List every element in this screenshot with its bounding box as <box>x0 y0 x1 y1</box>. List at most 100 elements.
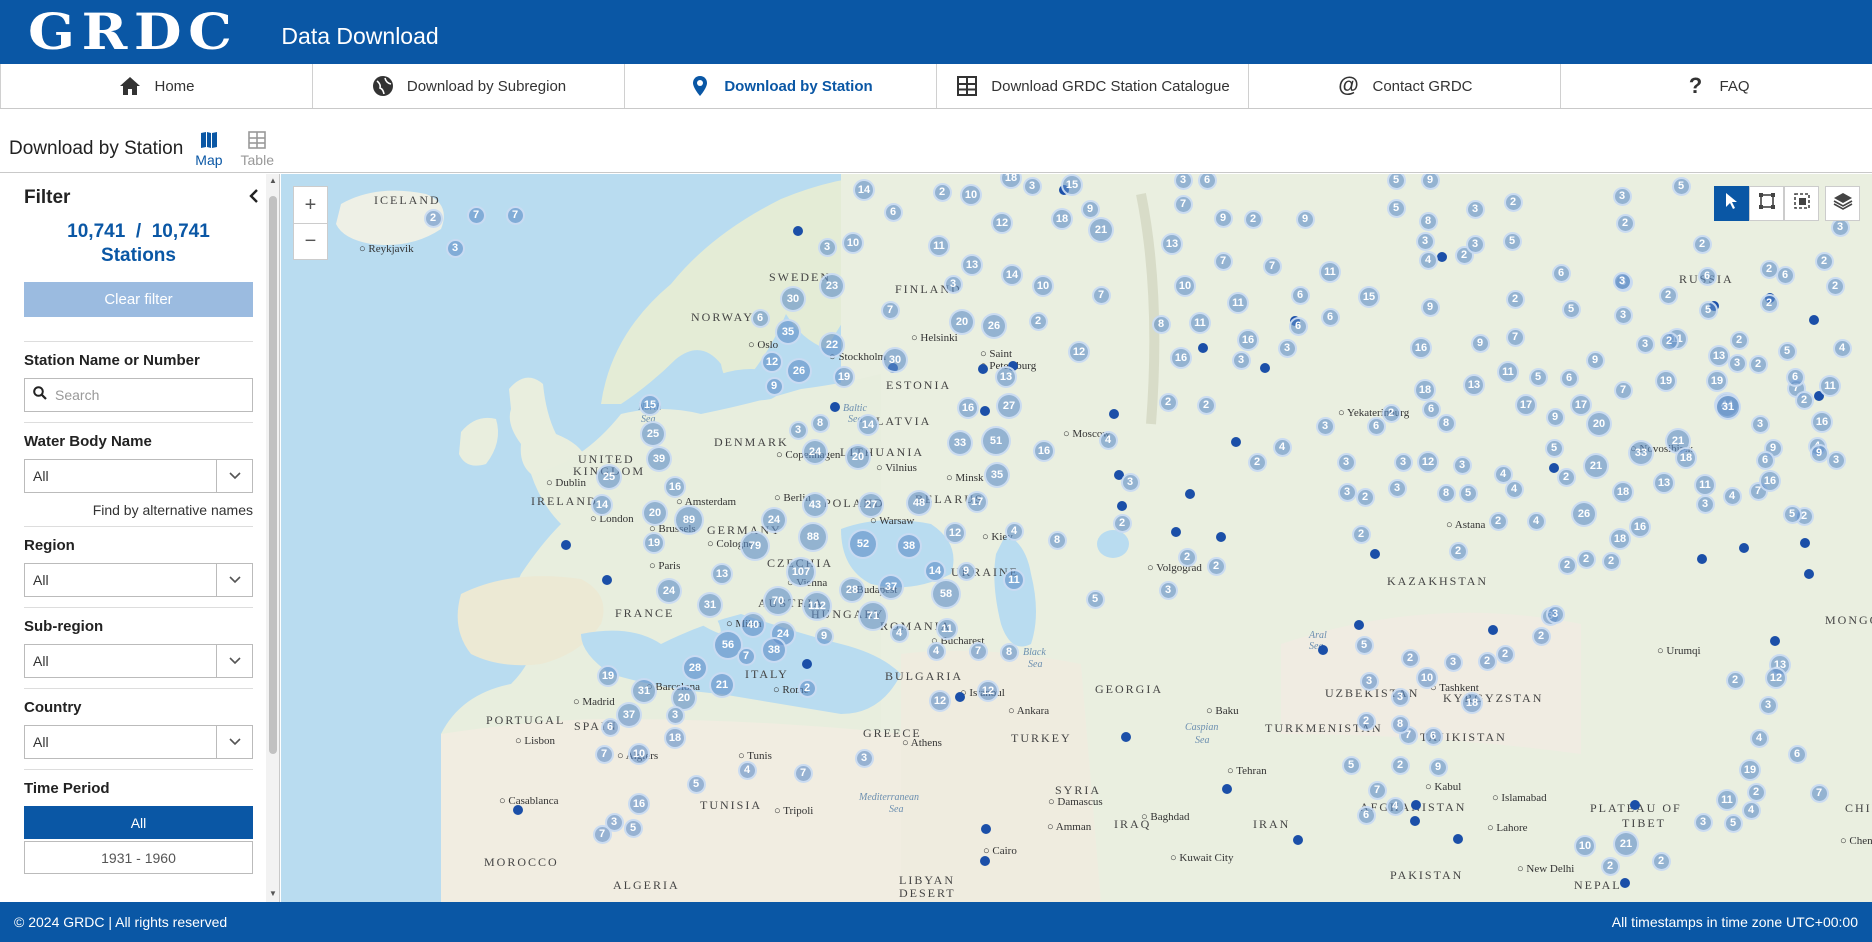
station-cluster[interactable]: 2 <box>1729 330 1749 350</box>
station-cluster[interactable]: 16 <box>1237 329 1259 351</box>
station-cluster[interactable]: 2 <box>1477 651 1497 671</box>
station-cluster[interactable]: 12 <box>991 212 1013 234</box>
station-cluster[interactable]: 2 <box>1759 259 1779 279</box>
station-cluster[interactable]: 6 <box>1288 316 1308 336</box>
station-cluster[interactable]: 2 <box>1158 392 1178 412</box>
station-cluster[interactable]: 11 <box>928 235 950 257</box>
station-cluster[interactable]: 2 <box>1488 511 1508 531</box>
station-cluster[interactable]: 20 <box>949 309 975 335</box>
station-cluster[interactable]: 26 <box>786 358 812 384</box>
station-cluster[interactable]: 3 <box>1315 416 1335 436</box>
station-cluster[interactable]: 2 <box>1503 192 1523 212</box>
station-cluster[interactable]: 2 <box>1576 549 1596 569</box>
station-cluster[interactable]: 4 <box>1493 464 1513 484</box>
station-cluster[interactable]: 3 <box>665 705 685 725</box>
station-cluster[interactable]: 13 <box>1161 233 1183 255</box>
scrollbar-thumb[interactable] <box>269 196 277 754</box>
station-cluster[interactable]: 9 <box>814 626 834 646</box>
station-marker[interactable] <box>978 364 988 374</box>
station-cluster[interactable]: 2 <box>1814 251 1834 271</box>
view-table-toggle[interactable]: Table <box>241 131 274 168</box>
station-cluster[interactable]: 24 <box>761 507 787 533</box>
station-cluster[interactable]: 2 <box>1601 551 1621 571</box>
station-cluster[interactable]: 16 <box>664 476 686 498</box>
station-cluster[interactable]: 7 <box>1505 327 1525 347</box>
station-cluster[interactable]: 3 <box>1443 652 1463 672</box>
station-cluster[interactable]: 3 <box>445 238 465 258</box>
station-cluster[interactable]: 10 <box>1174 275 1196 297</box>
alternative-names-link[interactable]: Find by alternative names <box>24 502 253 518</box>
station-cluster[interactable]: 2 <box>1351 524 1371 544</box>
station-cluster[interactable]: 4 <box>889 623 909 643</box>
station-cluster[interactable]: 6 <box>1290 285 1310 305</box>
station-marker[interactable] <box>1411 800 1421 810</box>
station-cluster[interactable]: 16 <box>1759 470 1781 492</box>
station-cluster[interactable]: 11 <box>1189 312 1211 334</box>
station-cluster[interactable]: 2 <box>1390 755 1410 775</box>
station-cluster[interactable]: 5 <box>1354 635 1374 655</box>
station-cluster[interactable]: 3 <box>1336 452 1356 472</box>
station-cluster[interactable]: 2 <box>423 208 443 228</box>
station-cluster[interactable]: 8 <box>1390 714 1410 734</box>
station-cluster[interactable]: 27 <box>996 393 1022 419</box>
station-marker[interactable] <box>1171 527 1181 537</box>
station-cluster[interactable]: 107 <box>786 557 816 587</box>
station-cluster[interactable]: 51 <box>981 426 1011 456</box>
station-cluster[interactable]: 16 <box>1033 440 1055 462</box>
station-cluster[interactable]: 31 <box>697 592 723 618</box>
station-cluster[interactable]: 19 <box>643 532 665 554</box>
station-cluster[interactable]: 3 <box>1415 231 1435 251</box>
station-cluster[interactable]: 4 <box>1004 521 1024 541</box>
station-cluster[interactable]: 12 <box>1417 451 1439 473</box>
select-pointer-tool[interactable] <box>1714 186 1749 221</box>
station-cluster[interactable]: 16 <box>1170 347 1192 369</box>
nav-download-station[interactable]: Download by Station <box>624 64 936 108</box>
station-cluster[interactable]: 13 <box>961 254 983 276</box>
station-marker[interactable] <box>1222 784 1232 794</box>
station-marker[interactable] <box>1185 489 1195 499</box>
station-cluster[interactable]: 3 <box>1545 604 1565 624</box>
station-cluster[interactable]: 11 <box>1716 789 1738 811</box>
station-marker[interactable] <box>830 402 840 412</box>
station-cluster[interactable]: 3 <box>1452 455 1472 475</box>
station-marker[interactable] <box>1410 816 1420 826</box>
station-cluster[interactable]: 8 <box>810 413 830 433</box>
nav-download-subregion[interactable]: Download by Subregion <box>312 64 624 108</box>
station-marker[interactable] <box>513 805 523 815</box>
station-cluster[interactable]: 4 <box>926 641 946 661</box>
station-cluster[interactable]: 18 <box>1461 692 1483 714</box>
sidebar-scrollbar[interactable]: ▲ ▼ <box>266 174 279 902</box>
box-select-tool[interactable] <box>1749 186 1784 221</box>
station-cluster[interactable]: 14 <box>591 494 613 516</box>
station-cluster[interactable]: 9 <box>1295 209 1315 229</box>
station-cluster[interactable]: 19 <box>597 665 619 687</box>
station-cluster[interactable]: 19 <box>1655 370 1677 392</box>
station-cluster[interactable]: 4 <box>1526 511 1546 531</box>
station-cluster[interactable]: 5 <box>1544 438 1564 458</box>
station-cluster[interactable]: 12 <box>929 690 951 712</box>
station-cluster[interactable]: 7 <box>505 205 525 225</box>
station-marker[interactable] <box>1370 549 1380 559</box>
station-cluster[interactable]: 12 <box>1068 341 1090 363</box>
station-cluster[interactable]: 2 <box>1759 293 1779 313</box>
station-cluster[interactable]: 11 <box>1003 569 1025 591</box>
station-cluster[interactable]: 6 <box>1559 368 1579 388</box>
nav-contact[interactable]: @ Contact GRDC <box>1248 64 1560 108</box>
station-cluster[interactable]: 6 <box>1697 266 1717 286</box>
station-cluster[interactable]: 9 <box>1809 443 1829 463</box>
station-search-box[interactable] <box>24 378 253 412</box>
station-cluster[interactable]: 48 <box>906 490 932 516</box>
station-cluster[interactable]: 40 <box>740 612 766 638</box>
station-cluster[interactable]: 16 <box>1629 516 1651 538</box>
station-cluster[interactable]: 89 <box>674 505 704 535</box>
station-cluster[interactable]: 19 <box>1739 759 1761 781</box>
station-marker[interactable] <box>980 406 990 416</box>
station-search-input[interactable] <box>55 387 245 403</box>
station-marker[interactable] <box>1800 538 1810 548</box>
station-cluster[interactable]: 4 <box>1385 796 1405 816</box>
station-marker[interactable] <box>1453 834 1463 844</box>
station-cluster[interactable]: 3 <box>1465 199 1485 219</box>
station-cluster[interactable]: 5 <box>1085 589 1105 609</box>
station-cluster[interactable]: 70 <box>763 586 793 616</box>
station-cluster[interactable]: 5 <box>1502 231 1522 251</box>
